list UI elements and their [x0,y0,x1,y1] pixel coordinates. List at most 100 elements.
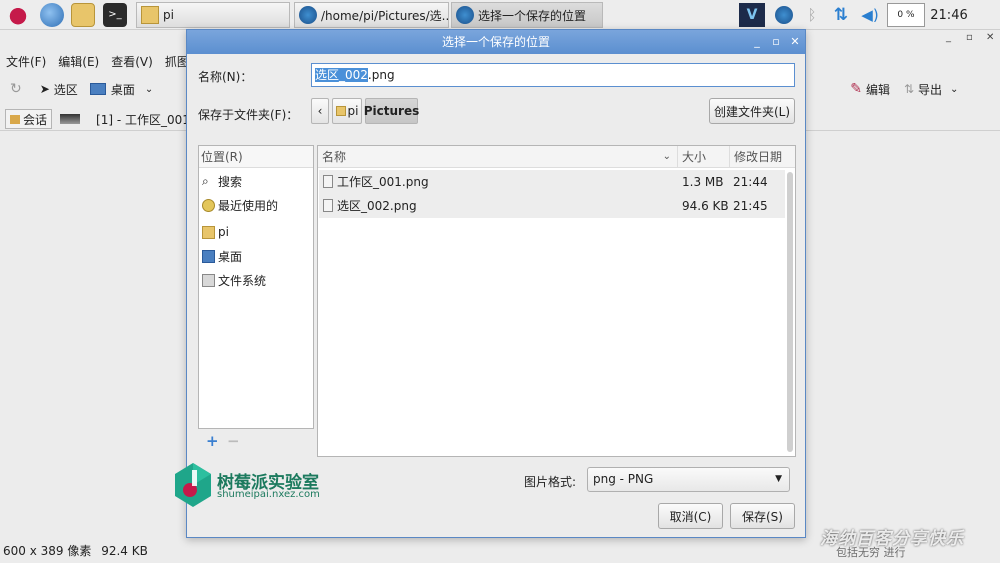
create-folder-button[interactable]: 创建文件夹(L) [709,98,795,124]
file-name: 工作区_001.png [337,175,429,189]
logo-url: shumeipai.nxez.com [217,489,320,500]
file-size: 94.6 KB [682,199,729,213]
minimize-icon[interactable]: _ [749,30,765,54]
place-filesystem[interactable]: 文件系统 [199,268,313,292]
bg-maximize-icon[interactable]: ▫ [966,32,973,43]
image-file-icon [323,175,333,188]
place-home-label: pi [218,225,229,239]
export-chevron-icon[interactable]: ⌄ [950,84,958,95]
clock-icon [202,198,215,212]
sort-chevron-icon: ⌄ [662,151,671,162]
path-back-button[interactable]: ‹ [311,98,329,124]
remove-place-icon[interactable]: − [227,432,240,450]
menu-edit[interactable]: 编辑(E) [52,52,105,72]
image-size: 92.4 KB [101,544,148,558]
save-in-label: 保存于文件夹(F)： [198,108,299,122]
export-icon: ⇅ [903,82,915,96]
taskbar: >_ pi /home/pi/Pictures/选... 选择一个保存的位置 V… [0,0,1000,30]
chevron-down-icon[interactable]: ⌄ [145,84,153,95]
search-icon: ⌕ [202,173,209,188]
site-logo: 树莓派实验室 shumeipai.nxez.com [173,462,323,510]
export-button[interactable]: 导出 [918,81,942,98]
place-recent-label: 最近使用的 [218,198,279,213]
col-size-header[interactable]: 大小 [677,146,729,168]
browser-icon[interactable] [40,3,64,27]
filename-input[interactable]: 选区_002.png [311,63,795,87]
place-search-label: 搜索 [218,174,243,189]
maximize-icon[interactable]: ▫ [768,30,784,54]
hexagon-logo-icon [175,463,211,507]
name-label: 名称(N)： [198,70,253,84]
file-row[interactable]: 选区_002.png 94.6 KB 21:45 [319,194,785,218]
place-desktop-label: 桌面 [218,249,243,264]
refresh-icon[interactable]: ↻ [10,81,22,97]
volume-icon[interactable]: ◀) [859,3,881,27]
task-file-manager[interactable]: pi [136,2,290,28]
drive-icon [202,273,215,287]
task-shutter-main[interactable]: /home/pi/Pictures/选... [294,2,449,28]
cancel-label: 取消(C) [669,509,712,524]
cpu-monitor: 0 % [887,3,925,27]
menu-view[interactable]: 查看(V) [105,52,159,72]
format-label: 图片格式: [524,475,577,489]
place-recent[interactable]: 最近使用的 [199,193,313,217]
col-name-label: 名称 [322,150,347,164]
dropdown-arrow-icon: ▼ [775,474,782,484]
edit-button[interactable]: 编辑 [866,81,890,98]
file-name: 选区_002.png [337,199,417,213]
bg-close-icon[interactable]: ✕ [986,32,994,43]
format-value: png - PNG [593,472,654,486]
place-search[interactable]: ⌕ 搜索 [199,169,313,193]
folder-icon [10,114,20,124]
places-panel: 位置(R) ⌕ 搜索 最近使用的 pi 桌面 文件系统 [198,145,314,429]
network-icon[interactable]: ⇅ [830,3,852,27]
desktop-button[interactable]: 桌面 [111,81,135,98]
edit-icon: ✎ [850,81,862,97]
bluetooth-icon[interactable]: ᛒ [803,3,821,27]
shutter-tray-icon[interactable] [773,3,795,27]
cancel-button[interactable]: 取消(C) [658,503,723,529]
pointer-icon: ➤ [39,82,50,96]
bg-minimize-icon[interactable]: _ [946,32,951,43]
bg-menubar: 文件(F) 编辑(E) 查看(V) 抓图( [0,52,200,72]
image-dimensions: 600 x 389 像素 [3,544,92,558]
filename-extension: .png [367,68,395,82]
file-modified: 21:45 [733,199,768,213]
format-select[interactable]: png - PNG ▼ [587,467,790,492]
col-name-header[interactable]: 名称 ⌄ [318,146,677,168]
home-folder-icon [335,106,346,116]
tab-image-label: [1] - 工作区_001 [96,112,190,127]
crumb-pictures[interactable]: Pictures [364,98,419,124]
place-home[interactable]: pi [199,220,313,244]
vnc-icon[interactable]: V [739,3,765,27]
menu-file[interactable]: 文件(F) [0,52,52,72]
tab-session-label: 会话 [23,112,48,127]
clock[interactable]: 21:46 [929,3,969,27]
task-save-dialog[interactable]: 选择一个保存的位置 [451,2,603,28]
bg-tabbar: 会话 [1] - 工作区_001 [0,108,190,130]
save-button[interactable]: 保存(S) [730,503,795,529]
file-size: 1.3 MB [682,175,724,189]
file-list-scrollbar[interactable] [787,172,793,452]
crumb-pi[interactable]: pi [332,98,362,124]
dialog-titlebar: 选择一个保存的位置 _ ▫ ✕ [187,30,805,54]
raspberry-menu-icon[interactable] [6,3,30,27]
image-file-icon [323,199,333,212]
dialog-title: 选择一个保存的位置 [441,35,550,49]
file-manager-icon[interactable] [71,3,95,27]
crumb-pi-label: pi [347,104,359,118]
save-label: 保存(S) [742,509,783,524]
file-row[interactable]: 工作区_001.png 1.3 MB 21:44 [319,170,785,194]
tab-session[interactable]: 会话 [5,109,53,129]
desktop-icon [202,249,215,263]
close-icon[interactable]: ✕ [787,30,803,54]
select-button[interactable]: 选区 [54,81,78,98]
col-modified-header[interactable]: 修改日期 [729,146,795,168]
add-place-icon[interactable]: + [206,432,219,450]
terminal-icon[interactable]: >_ [103,3,127,27]
tab-image[interactable]: [1] - 工作区_001 [60,111,190,128]
task-shutter-main-label: /home/pi/Pictures/选... [321,8,449,23]
task-save-dialog-label: 选择一个保存的位置 [478,8,587,23]
file-list: 名称 ⌄ 大小 修改日期 工作区_001.png 1.3 MB 21:44 选区… [317,145,796,457]
place-desktop[interactable]: 桌面 [199,244,313,268]
